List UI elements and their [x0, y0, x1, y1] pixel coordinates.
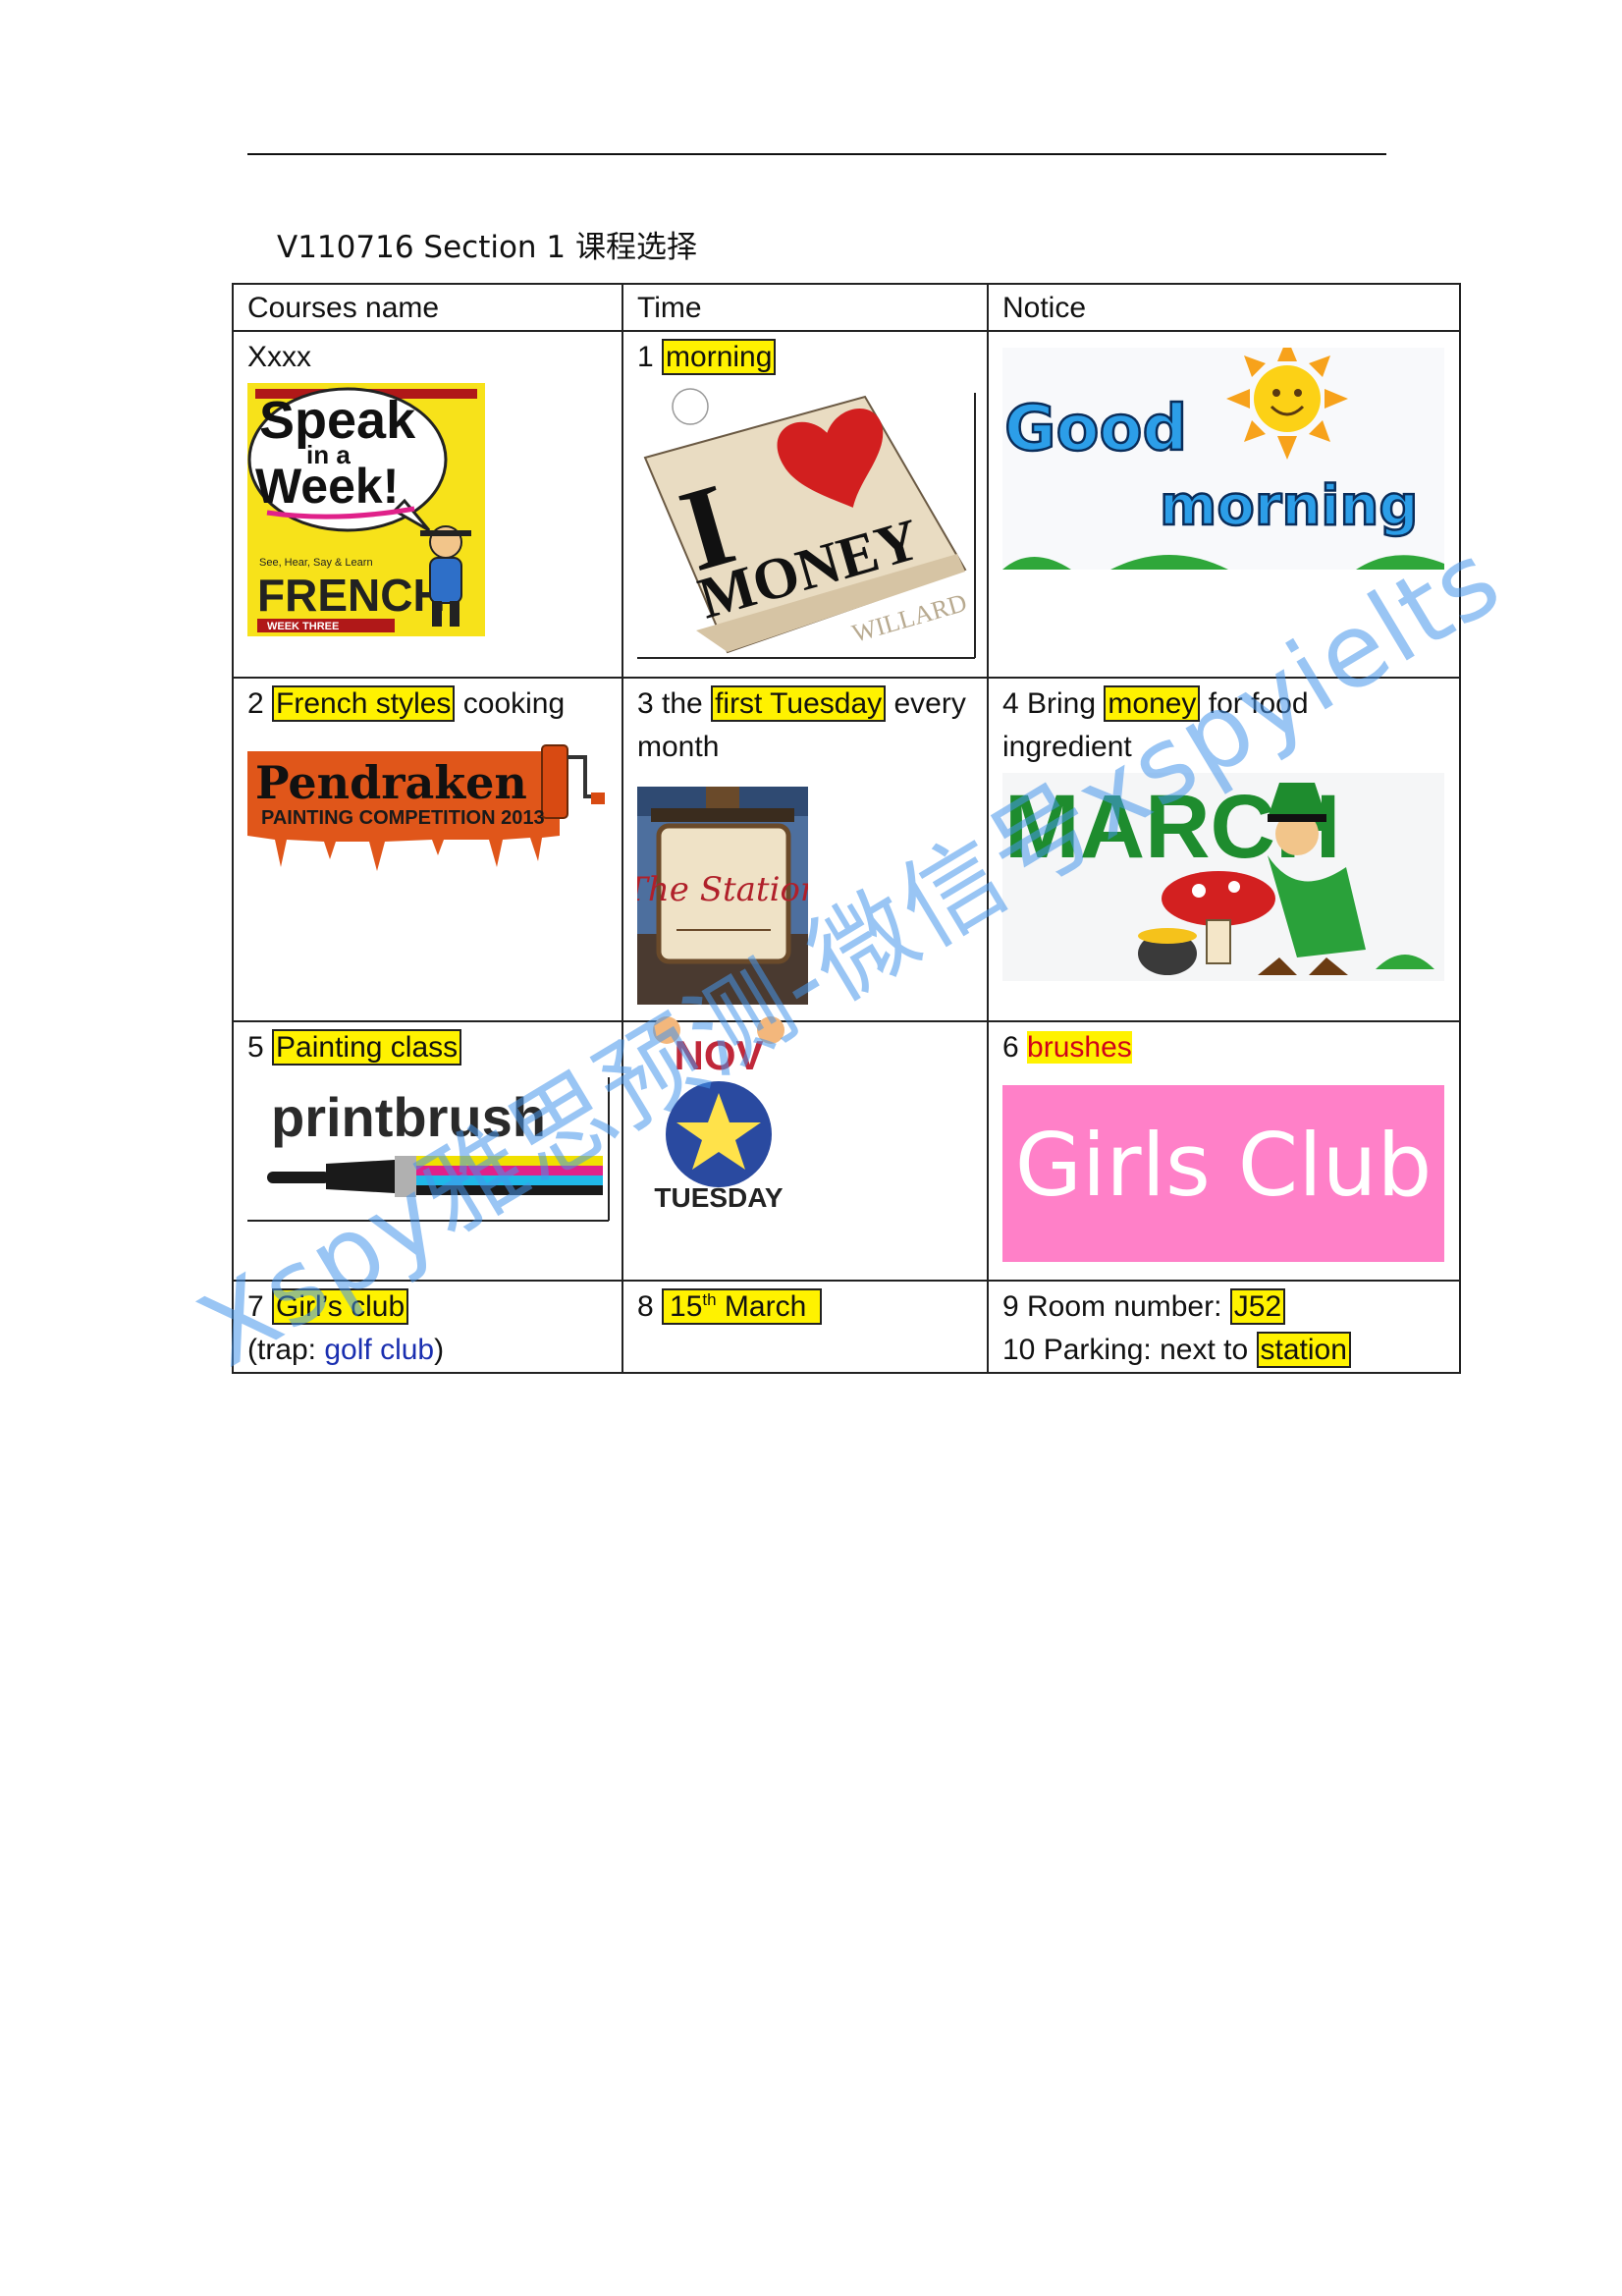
parking-label: 10 Parking: next to	[1002, 1334, 1257, 1366]
svg-text:Good: Good	[1004, 393, 1187, 465]
svg-text:NOV: NOV	[674, 1032, 763, 1078]
table-row: 7 Girl’s club (trap: golf club) 8 15th M…	[232, 1280, 1461, 1374]
printbrush-logo-image: printbrush	[247, 1075, 611, 1223]
svg-text:See, Hear, Say & Learn: See, Hear, Say & Learn	[259, 557, 373, 569]
cell-notice-4: 9 Room number: J52 10 Parking: next to s…	[987, 1280, 1461, 1374]
i-love-money-image: I MONEY WILLARD	[637, 385, 979, 660]
answer-girls-club: Girl’s club	[272, 1288, 409, 1325]
trap-suffix: )	[434, 1334, 445, 1366]
table-row: 5 Painting class printbrush NOV TUESDAY …	[232, 1016, 1461, 1282]
item-number: 7	[247, 1290, 273, 1323]
cell-course-3: 5 Painting class printbrush	[232, 1020, 623, 1282]
cell-time-2: 3 the first Tuesday every month The Stat…	[622, 677, 989, 1022]
header-notice: Notice	[987, 283, 1461, 332]
answer-j52: J52	[1229, 1288, 1286, 1325]
pendraken-painting-competition-image: Pendraken PAINTING COMPETITION 2013	[247, 738, 609, 875]
svg-text:Pendraken: Pendraken	[255, 756, 527, 809]
item-number: 1	[637, 341, 663, 373]
trap-prefix: (trap:	[247, 1334, 325, 1366]
answer-painting-class: Painting class	[272, 1029, 462, 1066]
svg-text:FRENCH: FRENCH	[257, 570, 446, 621]
svg-text:The Station: The Station	[637, 870, 808, 909]
item-number: 3 the	[637, 687, 712, 720]
table-row: Xxxx Speak in a Week! See, Hear, Say & L…	[232, 330, 1461, 679]
cell-notice-1: Good morning	[987, 330, 1461, 679]
table-row: 2 French styles cooking Pendraken PAINTI…	[232, 677, 1461, 1022]
speak-in-a-week-book-image: Speak in a Week! See, Hear, Say & Learn …	[247, 383, 485, 636]
answer-money: money	[1104, 685, 1201, 722]
svg-text:TUESDAY: TUESDAY	[654, 1182, 784, 1213]
answer-15th-march: 15th March	[662, 1288, 823, 1325]
cell-time-3: NOV TUESDAY	[622, 1016, 989, 1282]
trap-golf-club: golf club	[324, 1334, 435, 1366]
item-number: 8	[637, 1290, 663, 1323]
header-time: Time	[622, 283, 989, 332]
item-number: 6	[1002, 1031, 1028, 1064]
girls-club-banner-image: Girls Club	[1002, 1085, 1444, 1262]
cell-text: cooking	[455, 687, 566, 720]
item-number: 4 Bring	[1002, 687, 1105, 720]
cell-text	[1002, 336, 1445, 340]
item-number: 2	[247, 687, 273, 720]
cell-notice-2: 4 Bring money for food ingredient MARCH	[987, 677, 1461, 1022]
march-leprechaun-image: MARCH	[1002, 773, 1444, 981]
svg-text:Girls Club: Girls Club	[1015, 1115, 1433, 1216]
page-title: V110716 Section 1 课程选择	[277, 230, 698, 265]
table-header-row: Courses name Time Notice	[232, 283, 1461, 332]
header-courses-name: Courses name	[232, 283, 623, 332]
cell-time-1: 1 morning I MONEY WILLARD	[622, 330, 989, 679]
cell-text: Xxxx	[247, 341, 312, 373]
the-station-sign-image: The Station	[637, 787, 808, 1005]
cell-course-1: Xxxx Speak in a Week! See, Hear, Say & L…	[232, 330, 623, 679]
svg-text:printbrush: printbrush	[271, 1086, 546, 1148]
svg-text:WEEK THREE: WEEK THREE	[267, 621, 339, 632]
good-morning-image: Good morning	[1002, 348, 1444, 570]
cell-course-4: 7 Girl’s club (trap: golf club)	[232, 1280, 623, 1374]
cell-time-4: 8 15th March	[622, 1280, 989, 1374]
answer-brushes: brushes	[1027, 1031, 1132, 1064]
svg-text:PAINTING COMPETITION 2013: PAINTING COMPETITION 2013	[261, 807, 545, 829]
cell-notice-3: 6 brushes Girls Club	[987, 1020, 1461, 1282]
nov-tuesday-badge-image: NOV TUESDAY	[645, 997, 792, 1213]
item-number: 5	[247, 1031, 273, 1064]
answer-morning: morning	[662, 339, 777, 375]
answer-french-styles: French styles	[272, 685, 456, 722]
cell-course-2: 2 French styles cooking Pendraken PAINTI…	[232, 677, 623, 1022]
courses-table: Courses name Time Notice Xxxx Speak in a…	[232, 283, 1461, 1374]
svg-text:morning: morning	[1160, 474, 1418, 538]
header-rule	[247, 153, 1386, 155]
svg-text:Week!: Week!	[255, 459, 399, 514]
answer-station: station	[1256, 1332, 1351, 1368]
room-number-label: 9 Room number:	[1002, 1290, 1230, 1323]
answer-first-tuesday: first Tuesday	[711, 685, 887, 722]
